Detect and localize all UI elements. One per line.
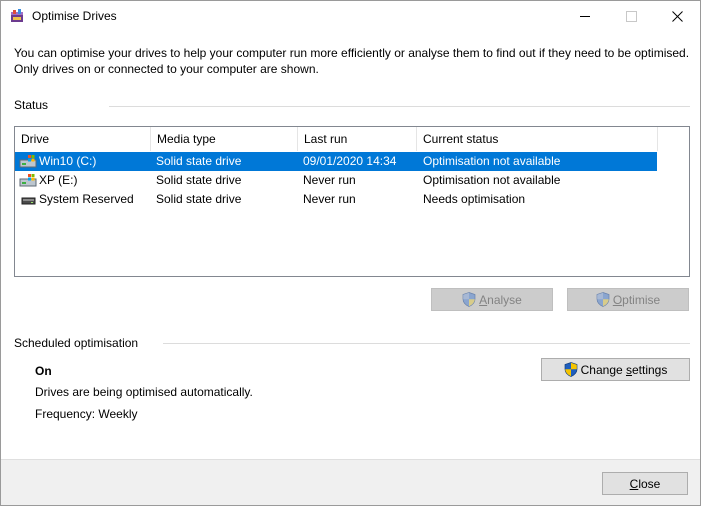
minimize-icon: [580, 16, 590, 17]
drive-row-system-reserved[interactable]: System Reserved Solid state drive Never …: [15, 190, 657, 209]
uac-shield-icon: [564, 362, 577, 377]
drive-last-run: Never run: [303, 173, 356, 187]
column-header-last-run[interactable]: Last run: [298, 127, 417, 151]
drive-row-win10[interactable]: Win10 (C:) Solid state drive 09/01/2020 …: [15, 152, 657, 171]
change-settings-button[interactable]: Change settings: [541, 358, 690, 381]
windows-drive-icon: [19, 155, 37, 168]
close-window-button[interactable]: [654, 1, 700, 32]
windows-drive-icon: [19, 174, 37, 187]
dialog-footer: [1, 459, 700, 505]
title-bar[interactable]: Optimise Drives: [1, 1, 700, 32]
drive-row-xp[interactable]: XP (E:) Solid state drive Never run Opti…: [15, 171, 657, 190]
column-header-current-status[interactable]: Current status: [417, 127, 658, 151]
window-title: Optimise Drives: [32, 9, 117, 23]
change-settings-label: Change settings: [580, 362, 668, 377]
schedule-frequency: Frequency: Weekly: [35, 407, 138, 421]
status-heading: Status: [14, 98, 49, 112]
optimise-button-label: Optimise: [612, 292, 661, 307]
minimize-button[interactable]: [562, 1, 608, 32]
drive-name: System Reserved: [39, 192, 134, 206]
close-button[interactable]: Close: [602, 472, 688, 495]
close-icon: [671, 11, 683, 22]
drive-icon: [21, 197, 36, 205]
scheduled-divider: [163, 343, 690, 344]
analyse-button[interactable]: Analyse: [431, 288, 553, 311]
maximize-icon: [625, 11, 637, 22]
drive-last-run: Never run: [303, 192, 356, 206]
drives-list-header: Drive Media type Last run Current status: [15, 127, 689, 151]
close-button-label: Close: [629, 476, 661, 491]
drive-current-status: Optimisation not available: [423, 154, 561, 168]
schedule-state: On: [35, 364, 52, 378]
drive-media-type: Solid state drive: [156, 192, 242, 206]
analyse-button-label: Analyse: [479, 292, 522, 307]
column-header-drive[interactable]: Drive: [15, 127, 151, 151]
drive-last-run: 09/01/2020 14:34: [303, 154, 397, 168]
maximize-button[interactable]: [608, 1, 654, 32]
uac-shield-icon: [596, 292, 610, 307]
optimise-drives-window: Optimise Drives You can optimise your dr…: [0, 0, 701, 506]
drive-current-status: Optimisation not available: [423, 173, 561, 187]
drive-name: Win10 (C:): [39, 154, 97, 168]
schedule-message: Drives are being optimised automatically…: [35, 385, 253, 399]
optimise-button[interactable]: Optimise: [567, 288, 689, 311]
defrag-app-icon: [11, 9, 23, 22]
drive-name: XP (E:): [39, 173, 78, 187]
column-header-media-type[interactable]: Media type: [151, 127, 298, 151]
status-divider: [109, 106, 690, 107]
description-text: You can optimise your drives to help you…: [14, 46, 690, 76]
drives-list[interactable]: Drive Media type Last run Current status…: [14, 126, 690, 277]
drive-media-type: Solid state drive: [156, 154, 242, 168]
drive-current-status: Needs optimisation: [423, 192, 526, 206]
uac-shield-icon: [462, 292, 476, 307]
drive-media-type: Solid state drive: [156, 173, 242, 187]
scheduled-heading: Scheduled optimisation: [14, 336, 139, 350]
